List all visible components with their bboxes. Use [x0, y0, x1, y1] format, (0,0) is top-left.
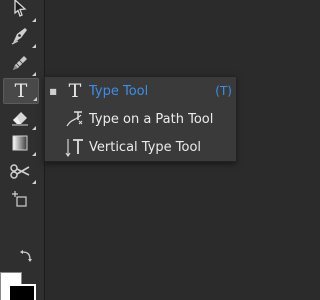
pencil-tool[interactable] [3, 52, 37, 78]
pen-tool[interactable] [3, 24, 37, 50]
menu-item-type-tool[interactable]: ■ T Type Tool (T) [45, 78, 236, 104]
direct-selection-tool[interactable] [3, 0, 37, 24]
type-tool[interactable]: T [3, 78, 39, 104]
free-transform-tool[interactable] [3, 188, 37, 214]
scissors-icon [9, 161, 31, 185]
transform-icon [11, 189, 29, 213]
type-on-path-icon [61, 109, 89, 129]
arrow-white-icon [12, 0, 28, 22]
type-icon: T [68, 79, 82, 102]
type-tool-flyout-menu: ■ T Type Tool (T) Type on a Path Tool Ve… [44, 76, 236, 162]
menu-item-label: Vertical Type Tool [89, 139, 202, 155]
gradient-icon [12, 135, 28, 155]
menu-item-label: Type Tool [89, 83, 149, 99]
menu-item-label: Type on a Path Tool [89, 111, 214, 127]
tools-panel: T [0, 0, 45, 300]
eraser-tool[interactable] [3, 106, 37, 132]
stroke-swatch[interactable] [8, 284, 36, 300]
vertical-type-icon [61, 136, 89, 158]
type-icon: T [14, 79, 28, 102]
shortcut-label: (T) [215, 84, 232, 98]
fill-stroke-swatches[interactable] [0, 254, 36, 300]
pen-icon [9, 24, 31, 50]
current-tool-bullet: ■ [49, 86, 57, 96]
pencil-icon [10, 53, 30, 77]
gradient-tool[interactable] [3, 132, 37, 158]
menu-item-type-on-path-tool[interactable]: Type on a Path Tool [45, 106, 236, 132]
app-stage: T ■ T Type Tool (T) Type on a Path Tool … [0, 0, 236, 300]
menu-item-vertical-type-tool[interactable]: Vertical Type Tool [45, 134, 236, 160]
eraser-icon [10, 108, 30, 130]
scissors-tool[interactable] [3, 160, 37, 186]
